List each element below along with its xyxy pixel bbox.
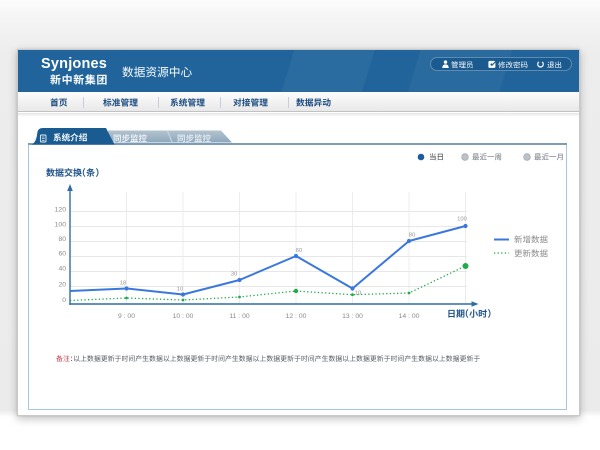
svg-text:11 : 00: 11 : 00 xyxy=(229,313,250,320)
svg-text:14 : 00: 14 : 00 xyxy=(399,313,420,320)
svg-text:60: 60 xyxy=(296,248,302,254)
svg-text:40: 40 xyxy=(58,266,66,273)
svg-text:9 : 00: 9 : 00 xyxy=(118,313,135,320)
svg-text:80: 80 xyxy=(58,236,66,243)
svg-text:18: 18 xyxy=(120,281,126,287)
svg-text:10: 10 xyxy=(177,287,183,293)
svg-text:10: 10 xyxy=(355,291,361,297)
svg-text:100: 100 xyxy=(55,222,67,229)
svg-text:120: 120 xyxy=(55,207,67,214)
svg-text:80: 80 xyxy=(409,233,415,239)
svg-text:60: 60 xyxy=(58,251,66,258)
svg-text:0: 0 xyxy=(62,297,66,304)
svg-text:30: 30 xyxy=(231,272,237,278)
svg-text:20: 20 xyxy=(58,282,66,289)
svg-text:12 : 00: 12 : 00 xyxy=(286,313,307,320)
svg-text:100: 100 xyxy=(457,217,467,223)
svg-text:10 : 00: 10 : 00 xyxy=(173,313,194,320)
svg-text:13 : 00: 13 : 00 xyxy=(342,313,363,320)
